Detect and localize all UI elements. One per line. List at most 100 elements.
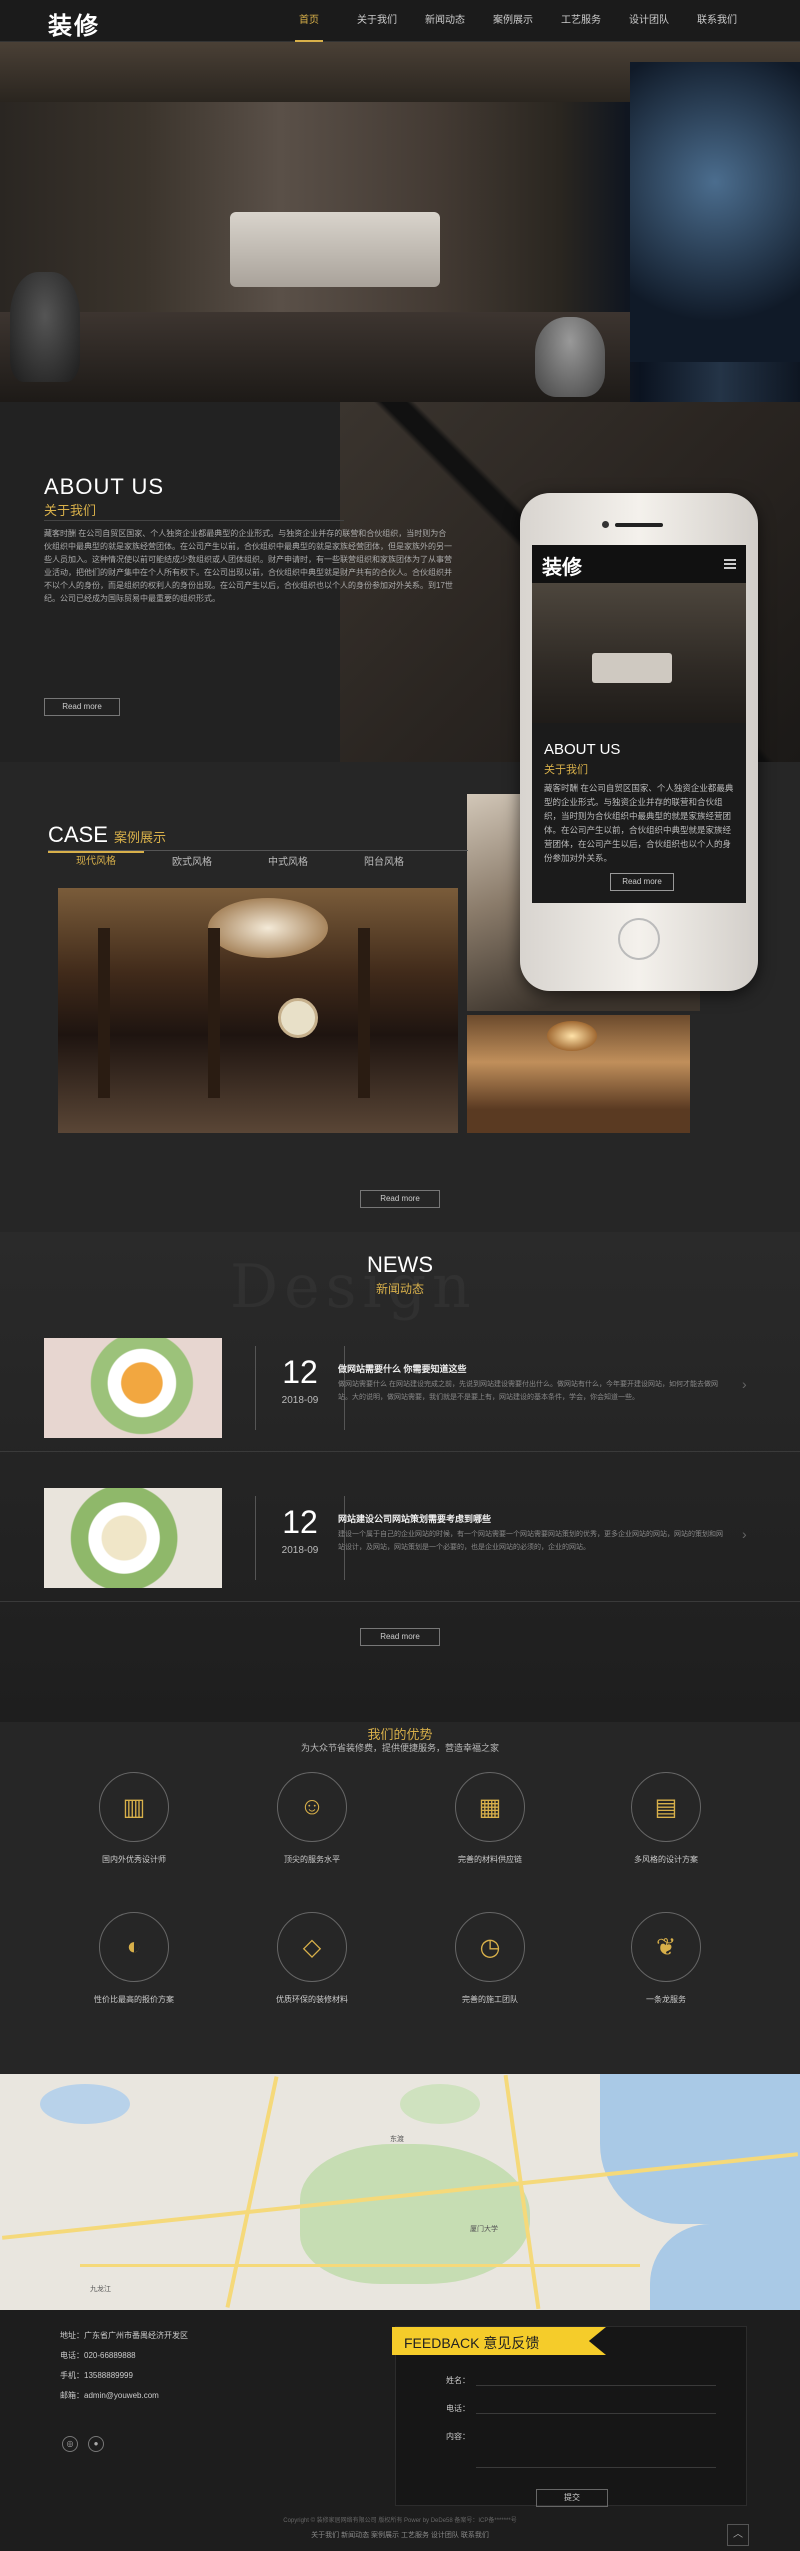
news-item[interactable]: 12 2018-09 网站建设公司网站策划需要考虑到哪些 建设一个属于自己的企业… — [0, 1468, 800, 1602]
chevron-right-icon[interactable]: › — [742, 1376, 747, 1392]
feedback-content-input[interactable] — [476, 2467, 716, 2468]
nav-item-home[interactable]: 首页 — [275, 0, 343, 42]
news-day: 12 — [282, 1354, 318, 1390]
news-thumbnail[interactable] — [44, 1488, 222, 1588]
feedback-phone-input[interactable] — [476, 2413, 716, 2414]
tab-chinese[interactable]: 中式风格 — [240, 854, 336, 872]
case-image-lobby[interactable] — [58, 888, 458, 1133]
phone-camera — [602, 521, 609, 528]
feedback-content-label: 内容： — [446, 2432, 470, 2441]
phone-about-text: 藏客时酬 在公司自贸区国家、个人独资企业都最典型的企业形式。与独资企业并存的联营… — [544, 783, 734, 863]
tab-balcony[interactable]: 阳台风格 — [336, 854, 432, 872]
advantage-label: 一条龙服务 — [646, 1995, 686, 2004]
leaf-icon: ❦ — [631, 1912, 701, 1982]
footer-links[interactable]: 关于我们 新闻动态 案例展示 工艺服务 设计团队 联系我们 — [0, 2530, 800, 2540]
map-lake — [40, 2084, 130, 2124]
qq-icon[interactable]: ● — [88, 2436, 104, 2452]
map-road — [80, 2264, 640, 2267]
location-map[interactable]: 厦门大学 东渡 九龙江 — [0, 2074, 800, 2310]
news-month: 2018-09 — [281, 1395, 319, 1406]
advantage-item: ▦ 完善的材料供应链 — [420, 1772, 560, 1865]
feedback-submit-button[interactable]: 提交 — [536, 2489, 608, 2507]
advantages-subtitle: 为大众节省装修费，提供便捷服务，营造幸福之家 — [300, 1743, 499, 1753]
tab-european[interactable]: 欧式风格 — [144, 854, 240, 872]
news-subtitle: 新闻动态 — [375, 1282, 424, 1296]
news-read-more-button[interactable]: Read more — [360, 1628, 440, 1646]
map-sea — [650, 2224, 800, 2310]
wechat-icon[interactable]: ◎ — [62, 2436, 78, 2452]
advantage-label: 完善的材料供应链 — [458, 1855, 522, 1864]
hero-banner[interactable] — [0, 42, 800, 402]
nav-item-cases[interactable]: 案例展示 — [479, 0, 547, 42]
phone-header: 装修 — [532, 545, 746, 583]
tab-modern[interactable]: 现代风格 — [48, 851, 144, 872]
hero-vase — [10, 272, 80, 382]
advantage-item: ☺ 顶尖的服务水平 — [242, 1772, 382, 1865]
advantage-label: 优质环保的装修材料 — [276, 1995, 348, 2004]
nav-item-services[interactable]: 工艺服务 — [547, 0, 615, 42]
advantage-label: 顶尖的服务水平 — [284, 1855, 340, 1864]
page: 装修 首页 关于我们 新闻动态 案例展示 工艺服务 设计团队 联系我们 ABOU… — [0, 0, 800, 2551]
map-park — [300, 2144, 530, 2284]
news-item[interactable]: 12 2018-09 做网站需要什么 你需要知道这些 做网站需要什么 在网站建设… — [0, 1318, 800, 1452]
news-section: Design NEWS 新闻动态 12 2018-09 做网站需要什么 你需要知… — [0, 1232, 800, 1722]
news-headline[interactable]: 做网站需要什么 你需要知道这些 — [338, 1362, 467, 1375]
about-divider — [44, 520, 344, 521]
advantage-item: ◐ 性价比最高的报价方案 — [64, 1912, 204, 2005]
nav-item-news[interactable]: 新闻动态 — [411, 0, 479, 42]
feedback-phone-label: 电话： — [446, 2404, 470, 2413]
hero-glass-wall — [630, 62, 800, 362]
news-summary: 做网站需要什么 在网站建设完成之前，先说到网站建设需要付出什么。做网站有什么，今… — [338, 1381, 718, 1401]
phone-mockup: 装修 ABOUT US 关于我们 藏客时酬 在公司自贸区国家、个人独资企业都最典… — [520, 493, 758, 991]
person-icon: ☺ — [277, 1772, 347, 1842]
news-date: 12 2018-09 — [255, 1346, 345, 1430]
about-read-more-button[interactable]: Read more — [44, 698, 120, 716]
diamond-icon: ◇ — [277, 1912, 347, 1982]
advantage-item: ▤ 多风格的设计方案 — [596, 1772, 736, 1865]
chevron-right-icon[interactable]: › — [742, 1526, 747, 1542]
phone-about-title: ABOUT US — [544, 741, 621, 758]
news-month: 2018-09 — [281, 1545, 319, 1556]
phone-banner-image — [532, 583, 746, 723]
hero-sofa — [230, 212, 440, 287]
calendar-icon: ▦ — [455, 1772, 525, 1842]
feedback-name-input[interactable] — [476, 2385, 716, 2386]
map-sea — [600, 2074, 800, 2224]
nav-item-contact[interactable]: 联系我们 — [683, 0, 751, 42]
feedback-form: FEEDBACK 意见反馈 姓名： 电话： 内容： 提交 — [392, 2326, 747, 2507]
news-thumbnail[interactable] — [44, 1338, 222, 1438]
advantage-item: ◷ 完善的施工团队 — [420, 1912, 560, 2005]
case-tabs: 现代风格 欧式风格 中式风格 阳台风格 — [48, 851, 432, 872]
hamburger-menu-icon — [724, 559, 736, 569]
phone-speaker — [615, 523, 663, 527]
clock-icon: ◷ — [455, 1912, 525, 1982]
news-day: 12 — [282, 1504, 318, 1540]
advantage-label: 国内外优秀设计师 — [102, 1855, 166, 1864]
main-menu: 首页 关于我们 新闻动态 案例展示 工艺服务 设计团队 联系我们 — [275, 0, 751, 42]
layers-icon: ▤ — [631, 1772, 701, 1842]
case-image-restaurant[interactable] — [467, 1015, 690, 1133]
hero-pot — [535, 317, 605, 397]
about-subtitle: 关于我们 — [44, 503, 97, 518]
case-title: CASE 案例展示 — [48, 822, 167, 847]
case-read-more-button[interactable]: Read more — [360, 1190, 440, 1208]
advantage-label: 多风格的设计方案 — [634, 1855, 698, 1864]
copyright-text: Copyright © 装修家居网络有限公司 版权所有 Power by DeD… — [283, 2518, 517, 2524]
phone-logo: 装修 — [542, 555, 582, 579]
advantage-label: 性价比最高的报价方案 — [94, 1995, 174, 2004]
advantage-item: ❦ 一条龙服务 — [596, 1912, 736, 2005]
feedback-name-label: 姓名： — [446, 2376, 470, 2385]
feedback-banner: FEEDBACK 意见反馈 — [392, 2327, 606, 2355]
phone-screen: 装修 ABOUT US 关于我们 藏客时酬 在公司自贸区国家、个人独资企业都最典… — [532, 545, 746, 903]
nav-item-team[interactable]: 设计团队 — [615, 0, 683, 42]
news-headline[interactable]: 网站建设公司网站策划需要考虑到哪些 — [338, 1512, 491, 1525]
back-to-top-icon[interactable]: ︿ — [727, 2524, 749, 2546]
news-title: NEWS — [367, 1252, 433, 1277]
bean-icon: ◐ — [99, 1912, 169, 1982]
about-text: 藏客时酬 在公司自贸区国家、个人独资企业都最典型的企业形式。与独资企业并存的联营… — [44, 529, 453, 603]
site-logo[interactable]: 装修 — [48, 6, 100, 41]
map-label: 九龙江 — [90, 2286, 111, 2293]
top-nav: 装修 首页 关于我们 新闻动态 案例展示 工艺服务 设计团队 联系我们 — [0, 0, 800, 42]
nav-item-about[interactable]: 关于我们 — [343, 0, 411, 42]
advantage-item: ▥ 国内外优秀设计师 — [64, 1772, 204, 1865]
